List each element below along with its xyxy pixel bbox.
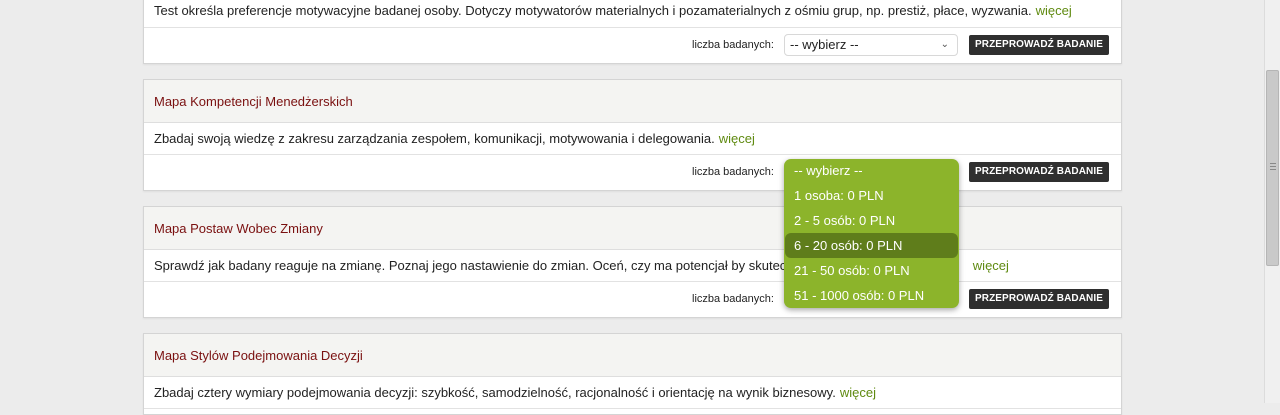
card-title: Mapa Kompetencji Menedżerskich xyxy=(144,80,1121,123)
run-test-button[interactable]: PRZEPROWADŹ BADANIE xyxy=(969,162,1109,182)
count-label: liczba badanych: xyxy=(692,39,774,51)
chevron-down-icon: ⌄ xyxy=(940,39,949,50)
card-description-text: Zbadaj swoją wiedzę z zakresu zarządzani… xyxy=(154,131,715,146)
run-test-button[interactable]: PRZEPROWADŹ BADANIE xyxy=(969,289,1109,309)
count-select-dropdown[interactable]: -- wybierz -- 1 osoba: 0 PLN 2 - 5 osób:… xyxy=(784,159,959,308)
more-link[interactable]: więcej xyxy=(1036,3,1072,18)
more-link[interactable]: więcej xyxy=(719,131,755,146)
card-footer: liczba badanych: PRZEPROWADŹ BADANIE xyxy=(144,282,1121,317)
card-title: Mapa Stylów Podejmowania Decyzji xyxy=(144,334,1121,377)
card-description-text: Zbadaj cztery wymiary podejmowania decyz… xyxy=(154,385,836,400)
card-footer: liczba badanych: -- wybierz -- ⌄ PRZEPRO… xyxy=(144,28,1121,63)
dropdown-option-highlighted[interactable]: 6 - 20 osób: 0 PLN xyxy=(785,233,958,258)
card-description-text: Test określa preferencje motywacyjne bad… xyxy=(154,3,1032,18)
dropdown-option[interactable]: 21 - 50 osób: 0 PLN xyxy=(784,258,959,283)
vertical-scrollbar[interactable] xyxy=(1264,0,1280,403)
count-label: liczba badanych: xyxy=(692,166,774,178)
count-label: liczba badanych: xyxy=(692,293,774,305)
card-footer: liczba badanych: PRZEPROWADŹ BADANIE xyxy=(144,155,1121,190)
card-description: Zbadaj cztery wymiary podejmowania decyz… xyxy=(144,377,1121,409)
card-title: Mapa Postaw Wobec Zmiany xyxy=(144,207,1121,250)
test-card-managerial-competencies: Mapa Kompetencji Menedżerskich Zbadaj sw… xyxy=(143,79,1122,191)
scrollbar-thumb[interactable] xyxy=(1266,70,1279,266)
more-link[interactable]: więcej xyxy=(840,385,876,400)
count-select[interactable]: -- wybierz -- ⌄ xyxy=(784,34,958,56)
more-link[interactable]: więcej xyxy=(973,258,1009,273)
card-description: Test określa preferencje motywacyjne bad… xyxy=(144,0,1121,28)
count-select-value: -- wybierz -- xyxy=(790,37,859,52)
run-test-button[interactable]: PRZEPROWADŹ BADANIE xyxy=(969,35,1109,55)
dropdown-option[interactable]: -- wybierz -- xyxy=(784,159,959,183)
dropdown-option[interactable]: 51 - 1000 osób: 0 PLN xyxy=(784,283,959,308)
grip-icon xyxy=(1270,169,1276,170)
test-card-attitudes-to-change: Mapa Postaw Wobec Zmiany Sprawdź jak bad… xyxy=(143,206,1122,318)
grip-icon xyxy=(1270,163,1276,164)
card-description: Zbadaj swoją wiedzę z zakresu zarządzani… xyxy=(144,123,1121,155)
grip-icon xyxy=(1270,166,1276,167)
card-description-text: Sprawdź jak badany reaguje na zmianę. Po… xyxy=(154,258,793,273)
page: Test określa preferencje motywacyjne bad… xyxy=(0,0,1264,415)
dropdown-option[interactable]: 1 osoba: 0 PLN xyxy=(784,183,959,208)
dropdown-option[interactable]: 2 - 5 osób: 0 PLN xyxy=(784,208,959,233)
card-description: Sprawdź jak badany reaguje na zmianę. Po… xyxy=(144,250,1121,282)
test-card-motivators: Test określa preferencje motywacyjne bad… xyxy=(143,0,1122,64)
